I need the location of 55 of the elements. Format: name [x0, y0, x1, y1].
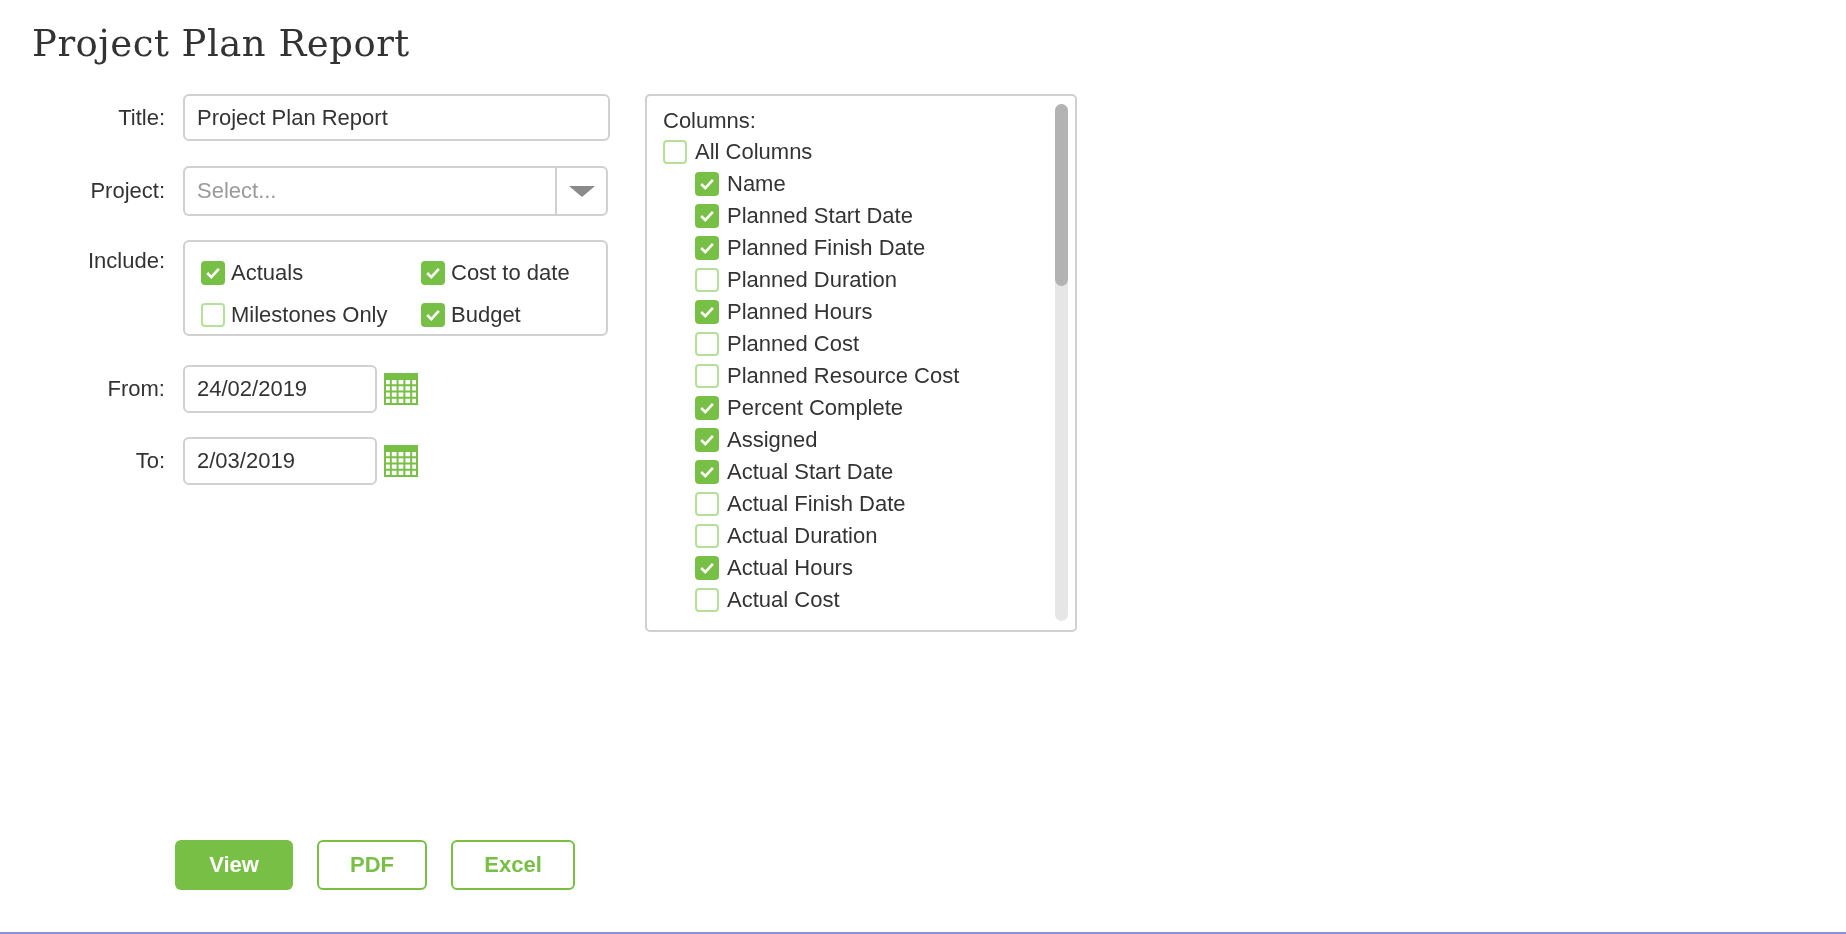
checkbox[interactable] [421, 303, 445, 328]
field-label: Title: [117, 104, 166, 131]
checkbox[interactable] [695, 300, 719, 324]
checkbox-label: Actual Hours [727, 555, 853, 581]
checkbox[interactable] [695, 492, 719, 516]
field-label: To: [134, 448, 166, 474]
checkbox-label: Planned Finish Date [727, 235, 926, 261]
project-field[interactable]: Select... [183, 166, 555, 216]
checkbox[interactable] [695, 524, 719, 548]
checkbox-label: Cost to date [451, 259, 570, 286]
field-label: From: [106, 376, 166, 402]
to-date-field[interactable]: 2/03/2019 [183, 437, 377, 485]
checkbox[interactable] [695, 172, 719, 196]
from-date-field[interactable]: 24/02/2019 [183, 365, 377, 413]
checkbox-label: Percent Complete [727, 395, 904, 421]
checkbox[interactable] [695, 364, 719, 388]
checkbox[interactable] [695, 428, 719, 452]
checkbox-label: Planned Cost [727, 331, 860, 357]
checkbox[interactable] [695, 204, 719, 228]
checkbox-label: Planned Hours [727, 299, 873, 325]
checkbox[interactable] [695, 588, 719, 612]
checkbox-label: Budget [451, 302, 521, 329]
checkbox[interactable] [201, 260, 225, 285]
checkbox-label: Actual Finish Date [727, 491, 906, 517]
title-field[interactable]: Project Plan Report [183, 94, 610, 141]
scrollbar[interactable] [1055, 104, 1068, 621]
calendar-icon[interactable] [384, 373, 418, 405]
checkbox-label: Actual Duration [727, 523, 878, 549]
checkbox[interactable] [695, 556, 719, 580]
checkbox[interactable] [695, 396, 719, 420]
checkbox-label: Planned Resource Cost [727, 363, 960, 389]
checkbox-label: Milestones Only [231, 302, 388, 329]
dropdown-button[interactable] [555, 166, 608, 216]
columns-label: Columns: [663, 107, 757, 135]
checkbox[interactable] [695, 236, 719, 260]
caret-icon [568, 185, 595, 197]
checkbox-label: Name [727, 171, 786, 197]
checkbox[interactable] [695, 268, 719, 292]
page-title: Project Plan Report [32, 22, 410, 67]
checkbox-label: Planned Start Date [727, 203, 913, 229]
calendar-icon[interactable] [384, 445, 418, 477]
checkbox-label: Planned Duration [727, 267, 897, 293]
scrollbar-thumb[interactable] [1055, 104, 1068, 286]
field-label: Project: [89, 178, 166, 204]
field-label: Include: [86, 247, 166, 274]
checkbox-label: Actuals [231, 259, 304, 286]
checkbox-label: Assigned [727, 427, 818, 453]
checkbox-label: Actual Cost [727, 587, 840, 613]
checkbox[interactable] [663, 140, 687, 164]
checkbox-label: All Columns [695, 139, 813, 165]
checkbox[interactable] [201, 303, 225, 328]
checkbox[interactable] [695, 460, 719, 484]
checkbox[interactable] [695, 332, 719, 356]
checkbox[interactable] [421, 260, 445, 285]
checkbox-label: Actual Start Date [727, 459, 894, 485]
